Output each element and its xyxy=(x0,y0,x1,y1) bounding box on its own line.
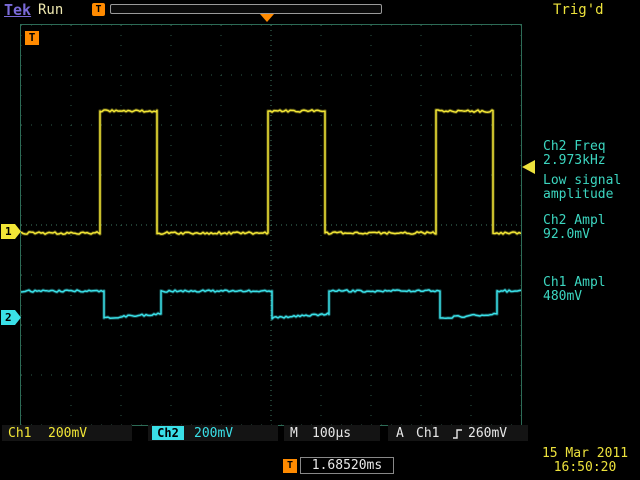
ch1-ground-marker: 1 xyxy=(1,224,21,239)
trigger-position-icon xyxy=(260,14,274,22)
ch1-label: Ch1 xyxy=(8,426,31,441)
meas-warning-line2: amplitude xyxy=(543,187,613,202)
ch1-scale: 200mV xyxy=(48,426,87,441)
meas-warning-line1: Low signal xyxy=(543,173,621,188)
trigger-status: Trig'd xyxy=(553,2,604,18)
scope-display: T xyxy=(20,24,522,426)
ch2-ground-marker: 2 xyxy=(1,310,21,325)
meas-ch2-freq-title: Ch2 Freq xyxy=(543,139,606,154)
trigger-level-arrow-icon xyxy=(522,160,535,174)
brand-logo: Tek xyxy=(4,1,31,19)
meas-ch1-ampl-value: 480mV xyxy=(543,289,582,304)
date-text: 15 Mar 2011 xyxy=(534,446,636,461)
meas-ch1-ampl-title: Ch1 Ampl xyxy=(543,275,606,290)
trigger-level: 260mV xyxy=(468,426,507,441)
rising-edge-icon xyxy=(452,428,464,440)
meas-ch2-ampl-title: Ch2 Ampl xyxy=(543,213,606,228)
meas-ch2-ampl-value: 92.0mV xyxy=(543,227,590,242)
meas-ch2-freq-value: 2.973kHz xyxy=(543,153,606,168)
acquisition-status: Run xyxy=(38,2,63,18)
waveform-plot xyxy=(21,25,521,425)
trigger-mode: A xyxy=(396,426,404,441)
trigger-position-badge: T xyxy=(283,459,297,473)
trigger-corner-badge: T xyxy=(25,31,39,45)
timebase-scale: 100µs xyxy=(312,426,351,441)
trigger-source: Ch1 xyxy=(416,426,439,441)
record-position-bar xyxy=(110,4,382,14)
ch2-label-badge: Ch2 xyxy=(152,426,184,440)
time-text: 16:50:20 xyxy=(534,460,636,475)
trigger-badge-icon: T xyxy=(92,3,105,16)
trigger-position-value: 1.68520ms xyxy=(300,457,394,474)
timebase-label: M xyxy=(290,426,298,441)
ch2-scale: 200mV xyxy=(194,426,233,441)
oscilloscope-screen: Tek Run T Trig'd T 1 2 Ch2 Freq 2.973kHz… xyxy=(0,0,640,480)
